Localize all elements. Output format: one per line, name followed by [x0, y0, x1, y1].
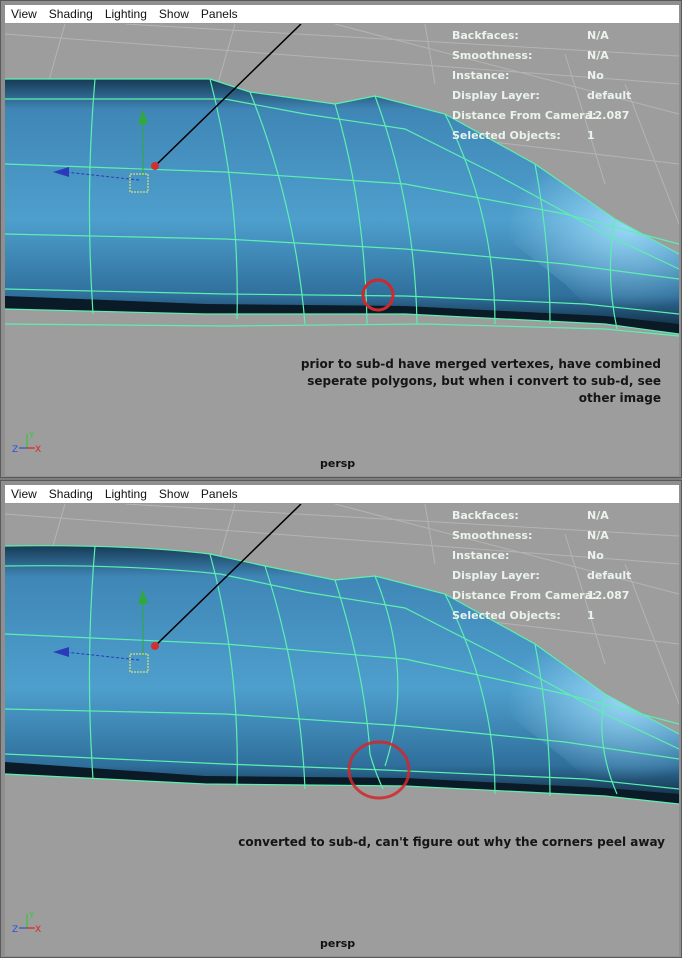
axis-x-label: X [35, 925, 41, 934]
hud-label: Smoothness: [452, 49, 533, 62]
hud-value: 1 [587, 609, 595, 622]
menu-view[interactable]: View [5, 5, 43, 23]
axis-z-label: Z [12, 925, 18, 934]
hud-label: Backfaces: [452, 29, 519, 42]
menu-panels[interactable]: Panels [195, 5, 244, 23]
note-line: prior to sub-d have merged vertexes, hav… [300, 357, 661, 371]
menu-panels[interactable]: Panels [195, 485, 244, 503]
axis-gizmo-icon: Y Z X [12, 431, 41, 454]
note-line: converted to sub-d, can't figure out why… [238, 835, 665, 849]
hud-value: default [587, 569, 632, 582]
note-line: seperate polygons, but when i convert to… [307, 374, 661, 388]
annotation-note: prior to sub-d have merged vertexes, hav… [301, 356, 661, 407]
hud-value: N/A [587, 529, 609, 542]
hud-label: Instance: [452, 549, 510, 562]
viewport-panel-top: View Shading Lighting Show Panels Backfa… [0, 0, 682, 478]
menu-shading[interactable]: Shading [43, 5, 99, 23]
hud-value: No [587, 69, 604, 82]
axis-z-label: Z [12, 445, 18, 454]
panel-menubar: View Shading Lighting Show Panels [5, 5, 679, 24]
menu-show[interactable]: Show [153, 485, 195, 503]
hud-label: Selected Objects: [452, 609, 561, 622]
menu-lighting[interactable]: Lighting [99, 485, 153, 503]
axis-x-label: X [35, 445, 41, 454]
panel-menubar: View Shading Lighting Show Panels [5, 485, 679, 504]
hud-label: Distance From Camera: [452, 589, 597, 602]
hud-value: N/A [587, 509, 609, 522]
camera-name-label: persp [320, 457, 356, 470]
menu-view[interactable]: View [5, 485, 43, 503]
hud-value: 12.087 [587, 109, 630, 122]
hud-display: Backfaces: N/A Smoothness: N/A Instance: No… [452, 506, 631, 626]
camera-name-label: persp [320, 937, 356, 950]
hud-value: 12.087 [587, 589, 630, 602]
menu-shading[interactable]: Shading [43, 485, 99, 503]
annotation-note: converted to sub-d, can't figure out why… [238, 834, 665, 851]
hud-value: N/A [587, 29, 609, 42]
axis-y-label: Y [28, 431, 35, 441]
hud-label: Display Layer: [452, 89, 540, 102]
hud-label: Display Layer: [452, 569, 540, 582]
menu-lighting[interactable]: Lighting [99, 5, 153, 23]
note-line: other image [578, 391, 661, 405]
hud-value: No [587, 549, 604, 562]
hud-value: 1 [587, 129, 595, 142]
viewport-panel-bottom: View Shading Lighting Show Panels Backfa… [0, 480, 682, 958]
menu-show[interactable]: Show [153, 5, 195, 23]
hud-display: Backfaces: N/A Smoothness: N/A Instance: No… [452, 26, 631, 146]
axis-y-label: Y [28, 911, 35, 921]
hud-label: Selected Objects: [452, 129, 561, 142]
hud-value: default [587, 89, 632, 102]
axis-gizmo-icon: Y Z X [12, 911, 41, 934]
hud-label: Backfaces: [452, 509, 519, 522]
perspective-viewport[interactable]: Backfaces: N/A Smoothness: N/A Instance: No… [5, 24, 679, 476]
perspective-viewport[interactable]: Backfaces: N/A Smoothness: N/A Instance: No… [5, 504, 679, 956]
hud-label: Instance: [452, 69, 510, 82]
hud-label: Distance From Camera: [452, 109, 597, 122]
hud-label: Smoothness: [452, 529, 533, 542]
hud-value: N/A [587, 49, 609, 62]
